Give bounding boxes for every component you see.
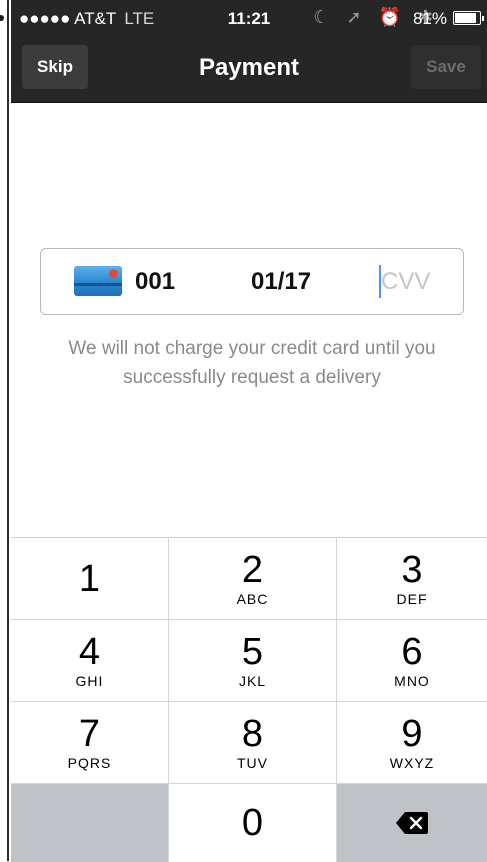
delete-key[interactable] — [337, 784, 487, 862]
key-digit: 2 — [241, 549, 264, 591]
key-digit: 3 — [401, 549, 423, 591]
key-digit: 9 — [401, 713, 423, 755]
battery-percent: 81% — [412, 9, 447, 28]
key-7[interactable]: 7 PQRS — [11, 702, 169, 784]
charge-notice: We will not charge your credit card unti… — [68, 338, 436, 388]
key-4[interactable]: 4 GHI — [11, 620, 169, 702]
navigation-bar: Skip Payment Save — [11, 40, 487, 103]
key-2[interactable]: 2 ABC — [169, 538, 337, 620]
key-digit: 7 — [78, 713, 101, 755]
card-number-field[interactable]: 001 — [135, 268, 175, 296]
key-letters: TUV — [237, 755, 268, 771]
network-type: LTE — [124, 9, 155, 28]
key-1[interactable]: 1 — [11, 538, 169, 620]
backspace-icon — [396, 812, 428, 834]
key-digit: 1 — [78, 557, 101, 600]
key-letters: MNO — [394, 673, 430, 689]
numeric-keypad: 1 2 ABC 3 DEF 4 GHI 5 JKL 6 MNO 7 PQRS 8… — [11, 537, 487, 862]
battery-icon — [453, 11, 484, 25]
key-letters: ABC — [236, 591, 269, 607]
background-window-edge — [0, 0, 9, 861]
blank-key — [11, 784, 169, 862]
credit-card-input[interactable]: 001 01/17 CVV — [40, 248, 464, 315]
edge-dot — [0, 15, 4, 21]
key-letters: JKL — [238, 673, 267, 689]
key-digit: 4 — [78, 631, 101, 673]
status-bar: ●●●●● AT&T LTE 11:21 ☾ ➚ ⏰ ✱ 81% — [11, 0, 487, 40]
key-digit: 0 — [241, 802, 264, 844]
key-8[interactable]: 8 TUV — [169, 702, 337, 784]
key-digit: 5 — [241, 631, 264, 673]
key-letters: PQRS — [67, 755, 112, 771]
save-button[interactable]: Save — [411, 45, 481, 89]
carrier: ●●●●● AT&T LTE — [19, 9, 154, 29]
skip-button[interactable]: Skip — [22, 45, 88, 89]
key-letters: DEF — [396, 591, 428, 607]
credit-card-icon — [74, 266, 122, 296]
key-5[interactable]: 5 JKL — [169, 620, 337, 702]
key-0[interactable]: 0 — [169, 784, 337, 862]
key-letters: GHI — [75, 673, 104, 689]
carrier-name: ●●●●● AT&T — [19, 9, 117, 28]
key-6[interactable]: 6 MNO — [337, 620, 487, 702]
key-digit: 8 — [241, 713, 264, 755]
key-digit: 6 — [401, 631, 423, 673]
card-expiry-field[interactable]: 01/17 — [251, 268, 311, 296]
key-9[interactable]: 9 WXYZ — [337, 702, 487, 784]
key-letters: WXYZ — [389, 755, 435, 771]
key-3[interactable]: 3 DEF — [337, 538, 487, 620]
cvv-field[interactable]: CVV — [381, 268, 430, 296]
